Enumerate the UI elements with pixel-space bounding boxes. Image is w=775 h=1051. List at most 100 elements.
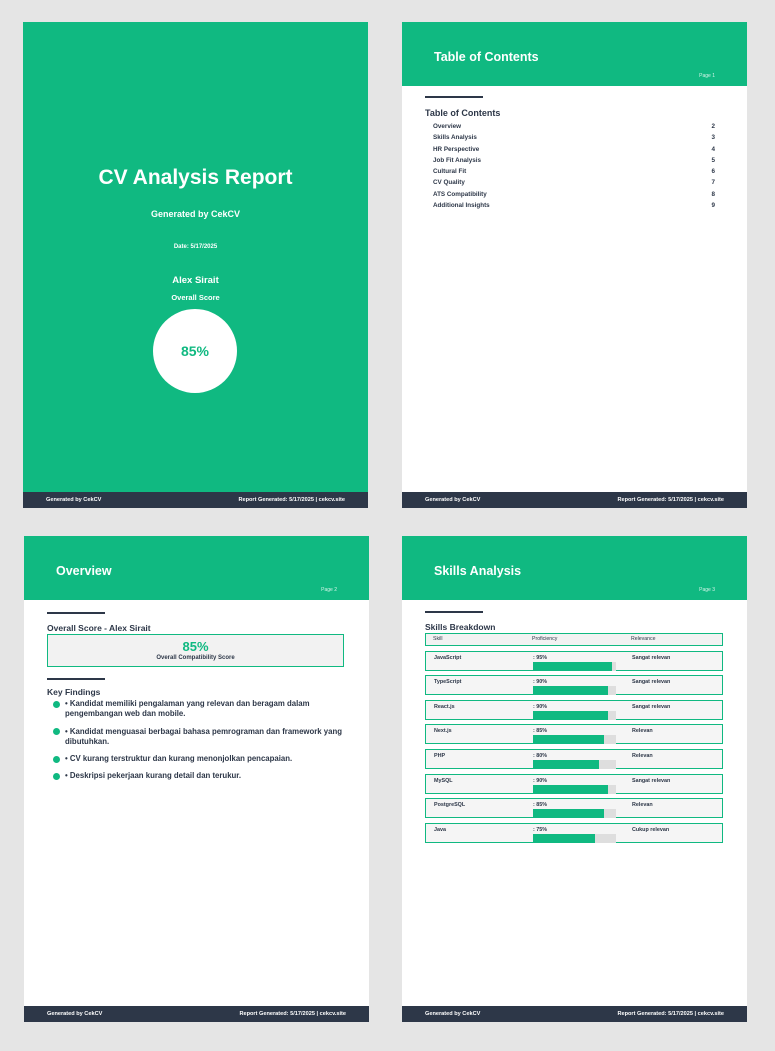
- toc-item-label: Job Fit Analysis: [433, 156, 482, 164]
- page-title: Overview: [56, 564, 112, 578]
- skill-relevance: Relevan: [632, 728, 653, 735]
- toc-item[interactable]: HR Perspective 4: [433, 144, 715, 155]
- overview-page: Overview Page 2 Overall Score - Alex Sir…: [24, 536, 369, 1022]
- toc-item-label: Additional Insights: [433, 202, 490, 210]
- page-header: Overview Page 2: [24, 536, 369, 600]
- bullet-icon: [53, 755, 60, 763]
- toc-item[interactable]: ATS Compatibility 8: [433, 189, 715, 200]
- score-box: 85% Overall Compatibility Score: [47, 634, 344, 667]
- skill-proficiency: : 95%: [533, 654, 548, 661]
- proficiency-bar-track: [533, 735, 616, 745]
- toc-item-page: 5: [711, 156, 715, 164]
- skill-proficiency: : 80%: [533, 752, 548, 759]
- skills-rows: JavaScript: 95% Sangat relevan TypeScript:…: [425, 650, 723, 843]
- report-date: Date: 5/17/2025: [173, 244, 218, 250]
- page-header: Table of Contents Page 1: [402, 22, 747, 86]
- skill-relevance: Relevan: [632, 752, 653, 759]
- table-row: PHP: 80% Relevan: [425, 748, 723, 769]
- skill-proficiency: : 90%: [533, 703, 548, 710]
- toc-item-page: 4: [711, 145, 715, 153]
- page-header: Skills Analysis Page 3: [402, 536, 747, 600]
- skills-breakdown-heading: Skills Breakdown: [425, 622, 496, 632]
- page-number: Page 3: [699, 587, 715, 593]
- toc-heading: Table of Contents: [425, 108, 501, 118]
- page-footer: Generated by CekCV Report Generated: 5/1…: [402, 492, 747, 508]
- proficiency-bar-track: [533, 833, 616, 843]
- section-divider: [425, 96, 483, 98]
- score-label: Overall Compatibility Score: [156, 655, 235, 661]
- cover-panel: CV Analysis Report Generated by CekCV Da…: [23, 22, 368, 492]
- report-title: CV Analysis Report: [98, 166, 293, 189]
- skill-name: React.js: [434, 703, 455, 710]
- skill-name: Java: [434, 826, 446, 833]
- score-value: 85%: [182, 639, 209, 654]
- toc-list: Overview 2 Skills Analysis 3 HR Perspectiv…: [433, 121, 715, 211]
- overall-score-label: Overall Score: [171, 293, 220, 302]
- table-row: Java: 75% Cukup relevan: [425, 822, 723, 843]
- cover-page: CV Analysis Report Generated by CekCV Da…: [23, 22, 368, 508]
- footer-left: Generated by CekCV: [425, 1011, 481, 1017]
- proficiency-bar-track: [533, 686, 616, 696]
- proficiency-bar-track: [533, 809, 616, 819]
- column-header-relevance: Relevance: [631, 636, 656, 642]
- toc-item-label: CV Quality: [433, 179, 465, 187]
- skills-page: Skills Analysis Page 3 Skills Breakdown …: [402, 536, 747, 1022]
- skill-relevance: Sangat relevan: [632, 679, 671, 686]
- skill-name: MySQL: [434, 777, 453, 784]
- toc-item[interactable]: Job Fit Analysis 5: [433, 155, 715, 166]
- finding-text: • Kandidat menguasai berbagai bahasa pem…: [65, 726, 342, 746]
- skill-name: JavaScript: [434, 654, 462, 661]
- toc-item-label: Skills Analysis: [433, 134, 477, 142]
- toc-item[interactable]: Overview 2: [433, 121, 715, 132]
- bullet-icon: [53, 772, 60, 780]
- table-row: Next.js: 85% Relevan: [425, 724, 723, 745]
- page-title: Table of Contents: [434, 50, 539, 64]
- toc-item-label: Cultural Fit: [433, 168, 467, 176]
- proficiency-bar-fill: [533, 833, 596, 843]
- toc-item-label: ATS Compatibility: [433, 190, 487, 198]
- toc-item[interactable]: Skills Analysis 3: [433, 132, 715, 143]
- toc-item[interactable]: Additional Insights 9: [433, 200, 715, 211]
- score-circle: 85%: [153, 309, 237, 393]
- skill-proficiency: : 85%: [533, 802, 548, 809]
- skill-relevance: Sangat relevan: [632, 703, 671, 710]
- skill-relevance: Sangat relevan: [632, 777, 671, 784]
- proficiency-bar-fill: [533, 809, 604, 819]
- finding-text: • Deskripsi pekerjaan kurang detail dan …: [65, 771, 242, 781]
- overall-score-heading: Overall Score - Alex Sirait: [47, 623, 151, 633]
- score-value: 85%: [180, 343, 210, 359]
- proficiency-bar-track: [533, 661, 616, 671]
- proficiency-bar-fill: [533, 661, 612, 671]
- finding-text: • CV kurang terstruktur dan kurang menon…: [65, 754, 293, 764]
- footer-right: Report Generated: 5/17/2025 | cekcv.site: [617, 497, 724, 503]
- toc-item-page: 9: [711, 202, 715, 210]
- skill-proficiency: : 90%: [533, 777, 548, 784]
- proficiency-bar-track: [533, 710, 616, 720]
- column-header-skill: Skill: [433, 636, 443, 642]
- table-row: MySQL : 90% Sangat relevan: [425, 773, 723, 794]
- toc-page: Table of Contents Page 1 Table of Conten…: [402, 22, 747, 508]
- section-divider: [47, 612, 105, 614]
- key-findings-heading: Key Findings: [47, 687, 101, 697]
- proficiency-bar-fill: [533, 686, 608, 696]
- toc-item[interactable]: Cultural Fit 6: [433, 166, 715, 177]
- section-divider: [425, 611, 483, 613]
- proficiency-bar-track: [533, 759, 616, 769]
- proficiency-bar-track: [533, 784, 616, 794]
- toc-item[interactable]: CV Quality 7: [433, 177, 715, 188]
- footer-right: Report Generated: 5/17/2025 | cekcv.site: [239, 1011, 346, 1017]
- toc-item-page: 3: [711, 134, 715, 142]
- finding-item: • CV kurang terstruktur dan kurang menon…: [53, 754, 343, 764]
- generated-by: Generated by CekCV: [150, 209, 241, 219]
- bullet-icon: [53, 728, 60, 736]
- page-footer: Generated by CekCV Report Generated: 5/1…: [402, 1006, 747, 1022]
- toc-item-page: 8: [711, 190, 715, 198]
- footer-right: Report Generated: 5/17/2025 | cekcv.site: [238, 497, 345, 503]
- toc-item-label: HR Perspective: [433, 145, 480, 153]
- proficiency-bar-fill: [533, 759, 600, 769]
- toc-item-page: 7: [711, 179, 715, 187]
- toc-item-label: Overview: [433, 123, 462, 130]
- footer-left: Generated by CekCV: [425, 497, 481, 503]
- page-title: Skills Analysis: [434, 564, 522, 578]
- finding-item: • Kandidat memiliki pengalaman yang rele…: [53, 699, 343, 720]
